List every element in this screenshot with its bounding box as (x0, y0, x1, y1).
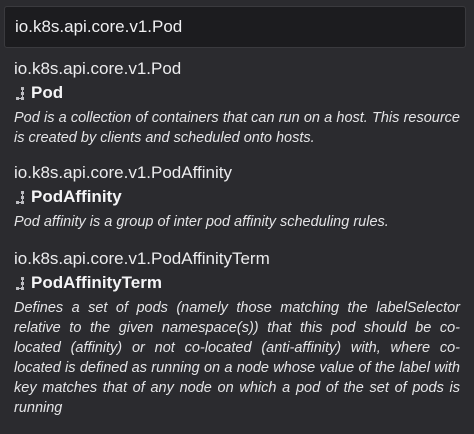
result-name-row: Pod (14, 82, 460, 104)
tree-structure-icon (14, 190, 26, 204)
result-item[interactable]: io.k8s.api.core.v1.Pod Pod Pod is a coll… (14, 58, 460, 148)
search-box[interactable] (4, 6, 466, 48)
result-description: Pod is a collection of containers that c… (14, 110, 460, 146)
result-name: PodAffinity (31, 187, 122, 206)
result-description: Pod affinity is a group of inter pod aff… (14, 214, 389, 230)
result-path: io.k8s.api.core.v1.PodAffinityTerm (14, 249, 270, 268)
tree-structure-icon (14, 276, 26, 290)
result-name: PodAffinityTerm (31, 273, 162, 292)
result-path: io.k8s.api.core.v1.PodAffinity (14, 163, 232, 182)
result-item[interactable]: io.k8s.api.core.v1.PodAffinityTerm PodAf… (14, 248, 460, 418)
results-list: io.k8s.api.core.v1.Pod Pod Pod is a coll… (14, 58, 460, 434)
result-description: Defines a set of pods (namely those matc… (14, 300, 460, 416)
search-input[interactable] (15, 17, 465, 37)
result-path: io.k8s.api.core.v1.Pod (14, 59, 182, 78)
result-item[interactable]: io.k8s.api.core.v1.PodAffinity PodAffini… (14, 162, 460, 232)
result-name: Pod (31, 83, 64, 102)
result-name-row: PodAffinity (14, 186, 460, 208)
result-name-row: PodAffinityTerm (14, 272, 460, 294)
tree-structure-icon (14, 86, 26, 100)
